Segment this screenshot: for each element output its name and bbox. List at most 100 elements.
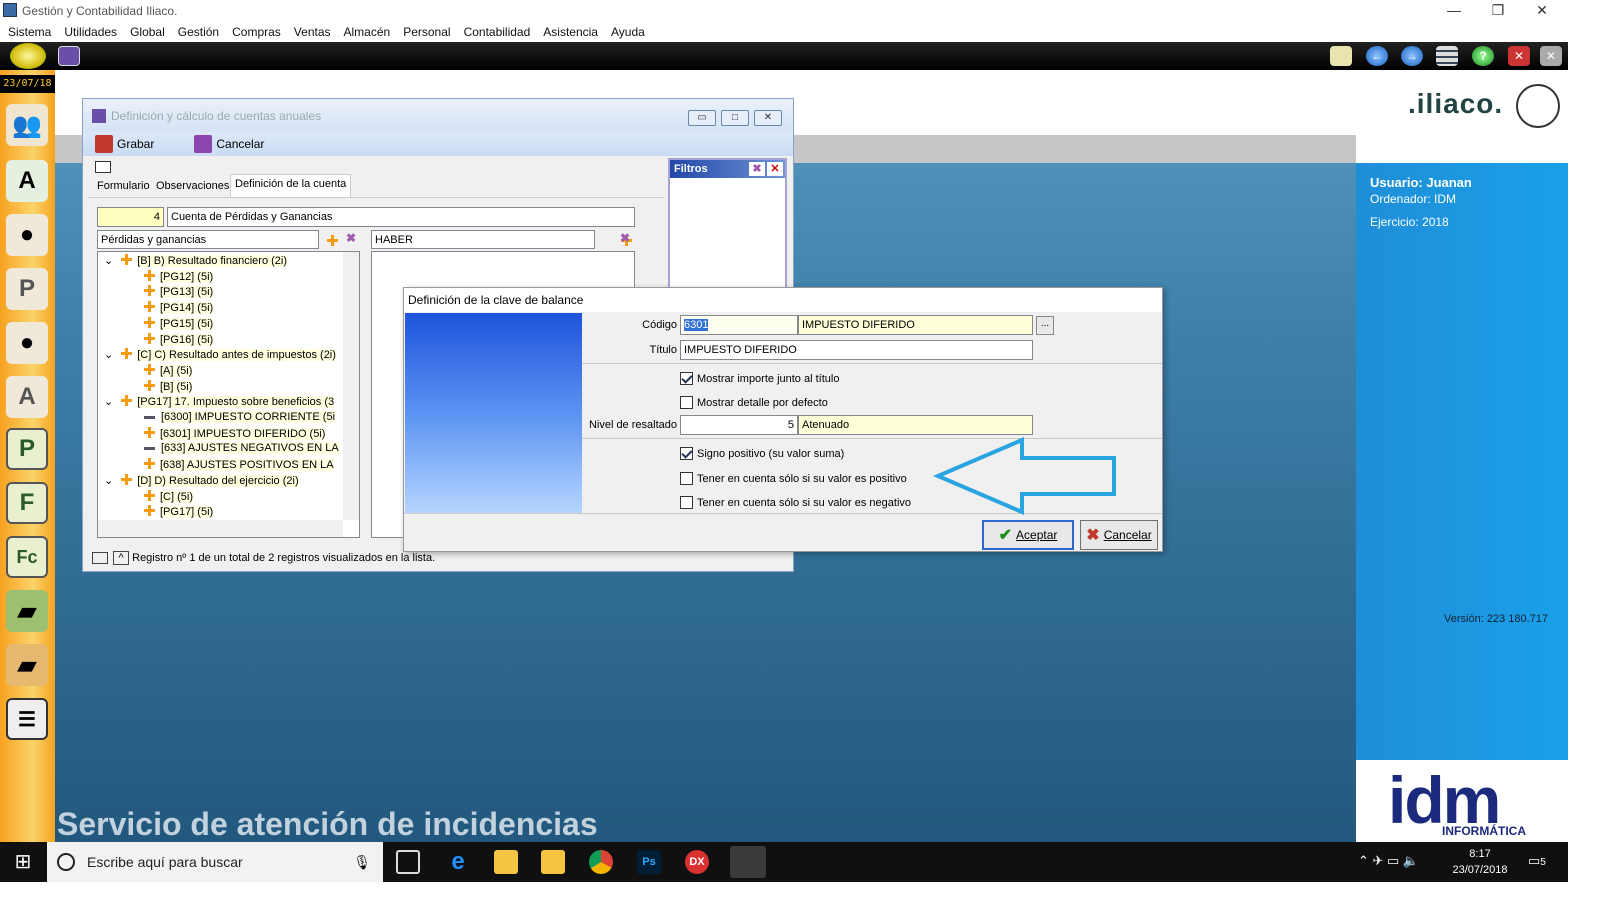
folder-icon[interactable] (92, 552, 108, 565)
menu-asistencia[interactable]: Asistencia (543, 25, 598, 39)
show-detail-checkbox[interactable]: Mostrar detalle por defecto (680, 396, 828, 409)
tree-item[interactable]: [PG13] (5i) (144, 285, 214, 299)
expand-icon[interactable]: ⌄ (104, 475, 113, 487)
notifications-icon[interactable]: ▭5 (1528, 853, 1546, 869)
back-icon[interactable]: ← (1366, 46, 1388, 66)
menu-sistema[interactable]: Sistema (8, 25, 51, 39)
menu-ayuda[interactable]: Ayuda (611, 25, 645, 39)
explorer-icon[interactable] (541, 850, 565, 874)
tree-item[interactable]: [PG14] (5i) (144, 301, 214, 315)
client-icon[interactable]: ● (6, 214, 48, 256)
edge-icon[interactable]: e (446, 850, 470, 874)
bag-green-icon[interactable]: ▰ (6, 590, 48, 632)
dx-icon[interactable]: DX (685, 850, 709, 874)
show-amount-checkbox[interactable]: Mostrar importe junto al título (680, 372, 839, 385)
code-field[interactable]: 6301 (680, 315, 798, 335)
accept-button[interactable]: ✔ Aceptar (982, 520, 1074, 550)
menu-gestion[interactable]: Gestión (178, 25, 219, 39)
title-field[interactable]: IMPUESTO DIFERIDO (680, 340, 1033, 360)
outlook-icon[interactable] (494, 850, 518, 874)
form-icon[interactable] (95, 161, 111, 173)
tree-hscrollbar[interactable] (98, 520, 343, 537)
menu-compras[interactable]: Compras (232, 25, 281, 39)
agent-icon[interactable]: A (6, 376, 48, 418)
only-negative-checkbox[interactable]: Tener en cuenta sólo si su valor es nega… (680, 496, 911, 509)
menu-contabilidad[interactable]: Contabilidad (464, 25, 531, 39)
account-name-field[interactable]: Cuenta de Pérdidas y Ganancias (167, 207, 635, 227)
positive-sign-checkbox[interactable]: Signo positivo (su valor suma) (680, 447, 844, 460)
tab-formulario[interactable]: Formulario (93, 177, 154, 197)
photoshop-icon[interactable]: Ps (637, 850, 661, 874)
delete-icon[interactable]: ✖ (346, 231, 356, 245)
tree-item[interactable]: [PG12] (5i) (144, 269, 214, 283)
cancel-toolbar-button[interactable]: Cancelar (194, 135, 264, 153)
up-icon[interactable]: ^ (113, 551, 130, 566)
browse-button[interactable]: ... (1036, 316, 1054, 335)
add-icon[interactable] (327, 235, 338, 246)
p-document-icon[interactable]: P (6, 428, 48, 470)
f-document-icon[interactable]: F (6, 482, 48, 524)
help-icon[interactable]: ? (1472, 46, 1494, 66)
windows-list-icon[interactable] (1436, 46, 1458, 66)
tree-item[interactable]: [638] AJUSTES POSITIVOS EN LA (144, 458, 334, 472)
tree-item[interactable]: [PG16] (5i) (144, 332, 214, 346)
tree-item[interactable]: ⌄ [PG17] 17. Impuesto sobre beneficios (3 (104, 395, 335, 409)
taskbar-clock[interactable]: 8:17 23/07/2018 (1440, 846, 1520, 878)
minimize-button[interactable]: — (1432, 0, 1476, 22)
menu-utilidades[interactable]: Utilidades (64, 25, 117, 39)
restore-button[interactable]: ❐ (1476, 0, 1520, 22)
calendar-icon[interactable] (58, 46, 80, 66)
window-maximize-button[interactable]: □ (721, 110, 749, 126)
taskbar-search[interactable]: Escribe aquí para buscar 🎙 (47, 842, 383, 882)
window-minimize-button[interactable]: ▭ (688, 110, 716, 126)
tree-item[interactable]: [C] (5i) (144, 489, 193, 503)
microphone-icon[interactable]: 🎙 (353, 854, 371, 871)
contacts-icon[interactable]: ● (6, 322, 48, 364)
expand-icon[interactable]: ⌄ (104, 349, 113, 361)
close-button[interactable]: ✕ (1520, 0, 1564, 22)
tree-scrollbar[interactable] (343, 252, 359, 520)
tab-observaciones[interactable]: Observaciones (152, 177, 233, 197)
tree-item[interactable]: ⌄ [B] B) Resultado financiero (2i) (104, 254, 288, 267)
home-orb-icon[interactable] (10, 43, 46, 69)
mail-icon[interactable] (1330, 46, 1352, 66)
tray-icons[interactable]: ⌃ ✈ ▭ 🔈 (1358, 853, 1419, 869)
iliaco-taskbar-icon[interactable] (730, 846, 766, 878)
menu-ventas[interactable]: Ventas (294, 25, 331, 39)
level-field[interactable]: 5 (680, 415, 798, 435)
expand-icon[interactable]: ⌄ (104, 396, 113, 408)
cancel-button[interactable]: ✖ Cancelar (1080, 520, 1158, 550)
tree-item[interactable]: [6300] IMPUESTO CORRIENTE (5i (144, 411, 336, 423)
close-all-icon[interactable]: ✕ (1540, 46, 1562, 66)
account-number-field[interactable]: 4 (97, 207, 164, 227)
pin-icon[interactable]: ✖ (749, 162, 765, 176)
task-view-icon[interactable] (396, 850, 420, 874)
menu-personal[interactable]: Personal (403, 25, 450, 39)
chrome-icon[interactable] (589, 850, 613, 874)
bag-orange-icon[interactable]: ▰ (6, 644, 48, 686)
tree-item[interactable]: ⌄ [C] C) Resultado antes de impuestos (2i… (104, 348, 336, 362)
tree-item[interactable]: [633] AJUSTES NEGATIVOS EN LA (144, 442, 339, 455)
start-button[interactable]: ⊞ (0, 842, 46, 882)
tab-definicion[interactable]: Definición de la cuenta (230, 174, 352, 198)
only-positive-checkbox[interactable]: Tener en cuenta sólo si su valor es posi… (680, 472, 907, 485)
menu-almacen[interactable]: Almacén (344, 25, 391, 39)
tree-item[interactable]: [B] (5i) (144, 379, 193, 393)
tree-item[interactable]: [6301] IMPUESTO DIFERIDO (5i) (144, 426, 326, 440)
delete-right-icon[interactable]: ✖ (620, 231, 630, 245)
close-window-icon[interactable]: ✕ (1508, 46, 1530, 66)
window-close-button[interactable]: ✕ (754, 110, 782, 126)
tree-item[interactable]: ⌄ [D] D) Resultado del ejercicio (2i) (104, 473, 299, 487)
provider-icon[interactable]: P (6, 268, 48, 310)
tree-item[interactable]: [PG17] (5i) (144, 505, 214, 519)
forward-icon[interactable]: → (1401, 46, 1423, 66)
notebook-icon[interactable]: ☰ (6, 698, 48, 740)
expand-icon[interactable]: ⌄ (104, 255, 113, 267)
filters-close-icon[interactable]: ✕ (767, 162, 783, 176)
tree-item[interactable]: [PG15] (5i) (144, 316, 214, 330)
menu-global[interactable]: Global (130, 25, 165, 39)
tree-item[interactable]: [A] (5i) (144, 363, 193, 377)
save-button[interactable]: Grabar (95, 135, 154, 153)
fc-document-icon[interactable]: Fc (6, 536, 48, 578)
users-group-icon[interactable]: 👥 (6, 104, 48, 146)
